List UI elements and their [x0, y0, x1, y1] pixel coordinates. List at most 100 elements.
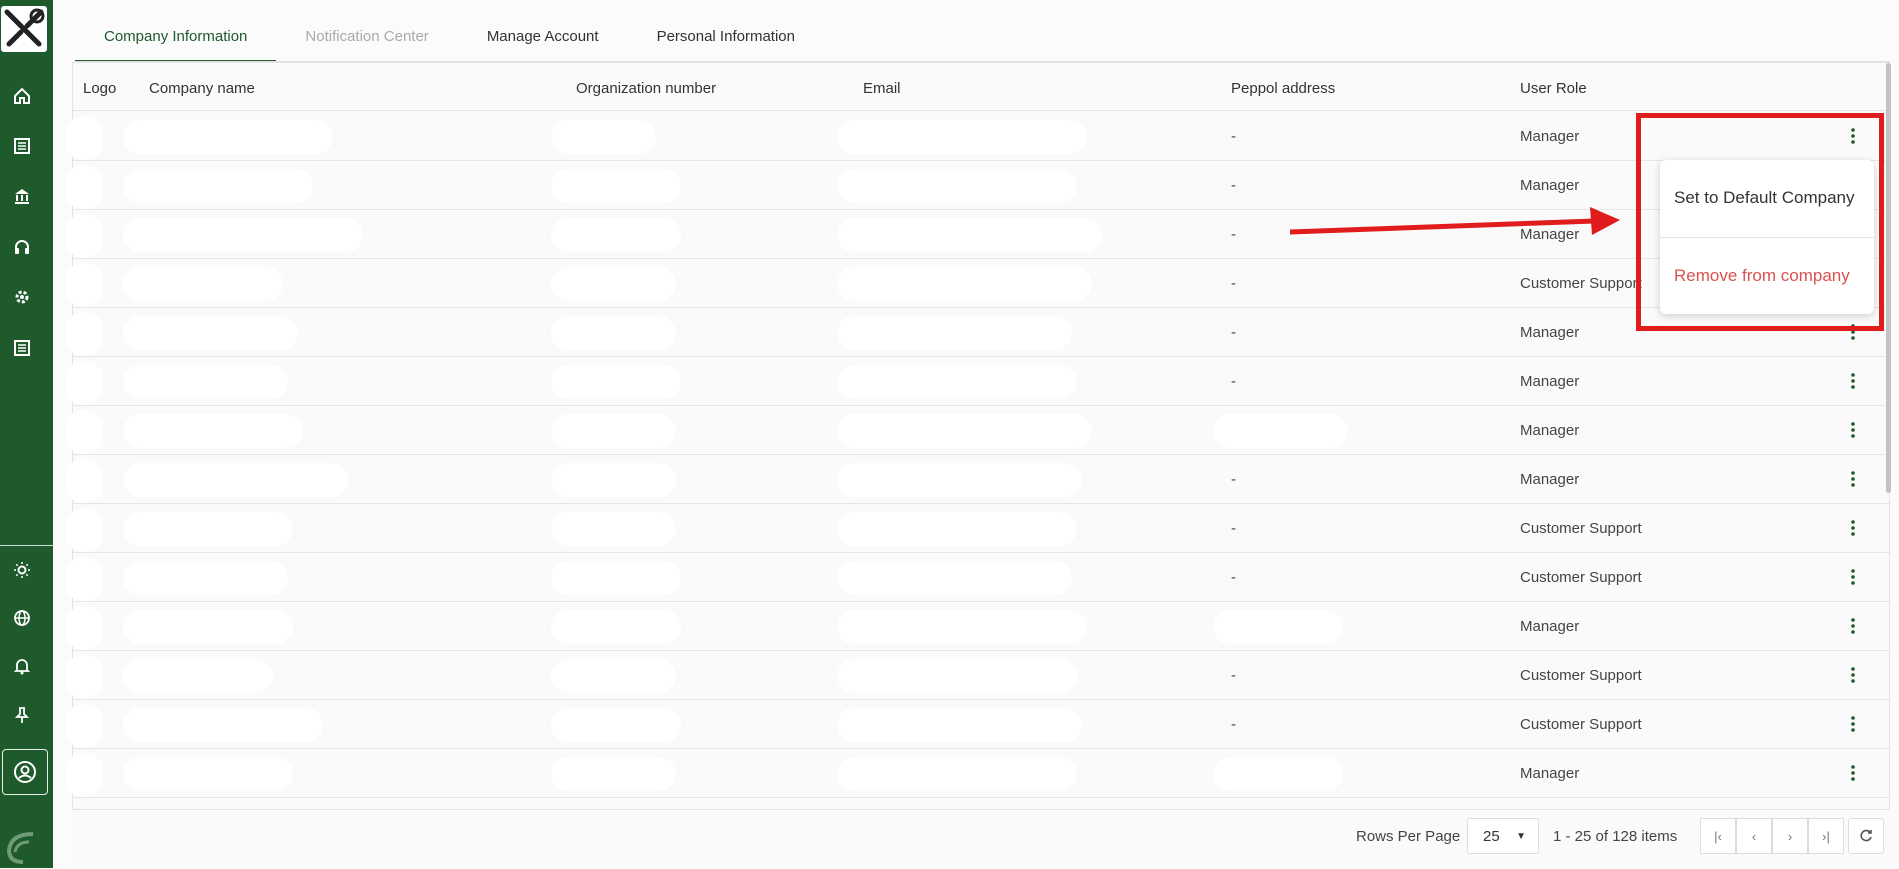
- redacted-organization-number: [551, 169, 681, 203]
- column-header-peppol-address[interactable]: Peppol address: [1231, 80, 1335, 97]
- row-actions-button[interactable]: [1847, 567, 1859, 587]
- peppol-address-cell: -: [1231, 667, 1236, 684]
- chevron-down-icon: ▼: [1516, 831, 1526, 842]
- user-role-cell: Manager: [1520, 618, 1580, 635]
- redacted-email: [837, 316, 1072, 350]
- document-icon[interactable]: [0, 333, 44, 363]
- redacted-logo: [65, 655, 103, 699]
- vertical-scrollbar[interactable]: [1886, 63, 1891, 493]
- redacted-email: [837, 708, 1082, 742]
- redacted-email: [837, 463, 1082, 497]
- globe-icon[interactable]: [0, 603, 44, 633]
- tab-manage-account[interactable]: Manage Account: [458, 18, 628, 62]
- column-header-organization-number[interactable]: Organization number: [576, 80, 716, 97]
- table-row[interactable]: - Manager: [65, 357, 1891, 406]
- more-vertical-icon: [1851, 422, 1855, 438]
- redacted-company-name: [123, 365, 288, 399]
- tab-bar: Company Information Notification Center …: [75, 18, 824, 62]
- pin-icon[interactable]: [0, 700, 44, 730]
- user-role-cell: Manager: [1520, 765, 1580, 782]
- redacted-logo: [65, 557, 103, 601]
- remove-from-company-menu-item[interactable]: Remove from company: [1674, 266, 1850, 286]
- headset-icon[interactable]: [0, 232, 44, 262]
- rows-per-page-select[interactable]: 25 ▼: [1467, 818, 1539, 854]
- menu-divider: [1660, 237, 1874, 238]
- refresh-button[interactable]: [1848, 818, 1884, 854]
- user-role-cell: Manager: [1520, 177, 1580, 194]
- table-row[interactable]: - Customer Support: [65, 504, 1891, 553]
- table-header: Logo Company name Organization number Em…: [73, 63, 1891, 111]
- redacted-organization-number: [551, 267, 676, 301]
- pagination-range: 1 - 25 of 128 items: [1553, 828, 1678, 845]
- bell-icon[interactable]: [0, 651, 44, 681]
- table-row[interactable]: - Customer Support: [65, 700, 1891, 749]
- bank-icon[interactable]: [0, 181, 44, 211]
- table-row[interactable]: - Manager: [65, 308, 1891, 357]
- gear-icon[interactable]: [0, 282, 44, 312]
- row-actions-button[interactable]: [1847, 763, 1859, 783]
- user-role-cell: Customer Support: [1520, 275, 1642, 292]
- last-page-button[interactable]: ›|: [1808, 818, 1844, 854]
- redacted-logo: [65, 508, 103, 552]
- redacted-organization-number: [551, 316, 676, 350]
- previous-page-button[interactable]: ‹: [1736, 818, 1772, 854]
- app-logo[interactable]: [1, 6, 47, 52]
- row-actions-button[interactable]: [1847, 371, 1859, 391]
- redacted-logo: [65, 410, 103, 454]
- chevron-right-icon: ›: [1787, 828, 1793, 844]
- column-header-email[interactable]: Email: [863, 80, 901, 97]
- more-vertical-icon: [1851, 716, 1855, 732]
- rows-per-page-label: Rows Per Page: [1356, 828, 1461, 845]
- table-row[interactable]: - Manager: [65, 112, 1891, 161]
- tab-company-information[interactable]: Company Information: [75, 18, 277, 62]
- column-header-user-role[interactable]: User Role: [1520, 80, 1587, 97]
- tab-personal-information[interactable]: Personal Information: [628, 18, 824, 62]
- row-actions-button[interactable]: [1847, 665, 1859, 685]
- redacted-organization-number: [551, 120, 656, 154]
- redacted-company-name: [123, 512, 293, 546]
- peppol-address-cell: -: [1231, 226, 1236, 243]
- redacted-logo: [65, 753, 103, 797]
- peppol-address-cell: -: [1231, 471, 1236, 488]
- list-icon[interactable]: [0, 131, 44, 161]
- row-actions-button[interactable]: [1847, 714, 1859, 734]
- table-row[interactable]: - Customer Support: [65, 259, 1891, 308]
- home-icon[interactable]: [0, 81, 44, 111]
- table-row[interactable]: - Customer Support: [65, 651, 1891, 700]
- table-row[interactable]: - Customer Support: [65, 553, 1891, 602]
- redacted-peppol-address: [1213, 757, 1343, 791]
- set-default-company-menu-item[interactable]: Set to Default Company: [1674, 188, 1854, 208]
- sun-icon[interactable]: [0, 555, 44, 585]
- row-actions-button[interactable]: [1847, 420, 1859, 440]
- first-page-button[interactable]: |‹: [1700, 818, 1736, 854]
- account-button[interactable]: [2, 749, 48, 795]
- table-row[interactable]: Manager: [65, 749, 1891, 798]
- column-header-company-name[interactable]: Company name: [149, 80, 255, 97]
- row-actions-button[interactable]: [1847, 616, 1859, 636]
- next-page-button[interactable]: ›: [1772, 818, 1808, 854]
- table-row[interactable]: - Manager: [65, 455, 1891, 504]
- row-context-menu: Set to Default Company Remove from compa…: [1660, 160, 1874, 314]
- redacted-organization-number: [551, 708, 681, 742]
- more-vertical-icon: [1851, 618, 1855, 634]
- user-role-cell: Manager: [1520, 324, 1580, 341]
- redacted-logo: [65, 459, 103, 503]
- peppol-address-cell: -: [1231, 569, 1236, 586]
- row-actions-button[interactable]: [1847, 518, 1859, 538]
- column-header-logo[interactable]: Logo: [83, 80, 116, 97]
- tab-notification-center[interactable]: Notification Center: [276, 18, 457, 62]
- redacted-email: [837, 267, 1092, 301]
- sidebar-divider: [0, 545, 53, 546]
- pagination-bar: Rows Per Page 25 ▼ 1 - 25 of 128 items |…: [72, 809, 1890, 862]
- table-row[interactable]: Manager: [65, 406, 1891, 455]
- more-vertical-icon: [1851, 520, 1855, 536]
- table-row[interactable]: Manager: [65, 602, 1891, 651]
- redacted-peppol-address: [1213, 414, 1348, 448]
- redacted-company-name: [123, 120, 333, 154]
- table-row[interactable]: - Manager: [65, 161, 1891, 210]
- redacted-email: [837, 610, 1087, 644]
- redacted-organization-number: [551, 610, 681, 644]
- redacted-email: [837, 414, 1092, 448]
- row-actions-button[interactable]: [1847, 469, 1859, 489]
- user-role-cell: Manager: [1520, 373, 1580, 390]
